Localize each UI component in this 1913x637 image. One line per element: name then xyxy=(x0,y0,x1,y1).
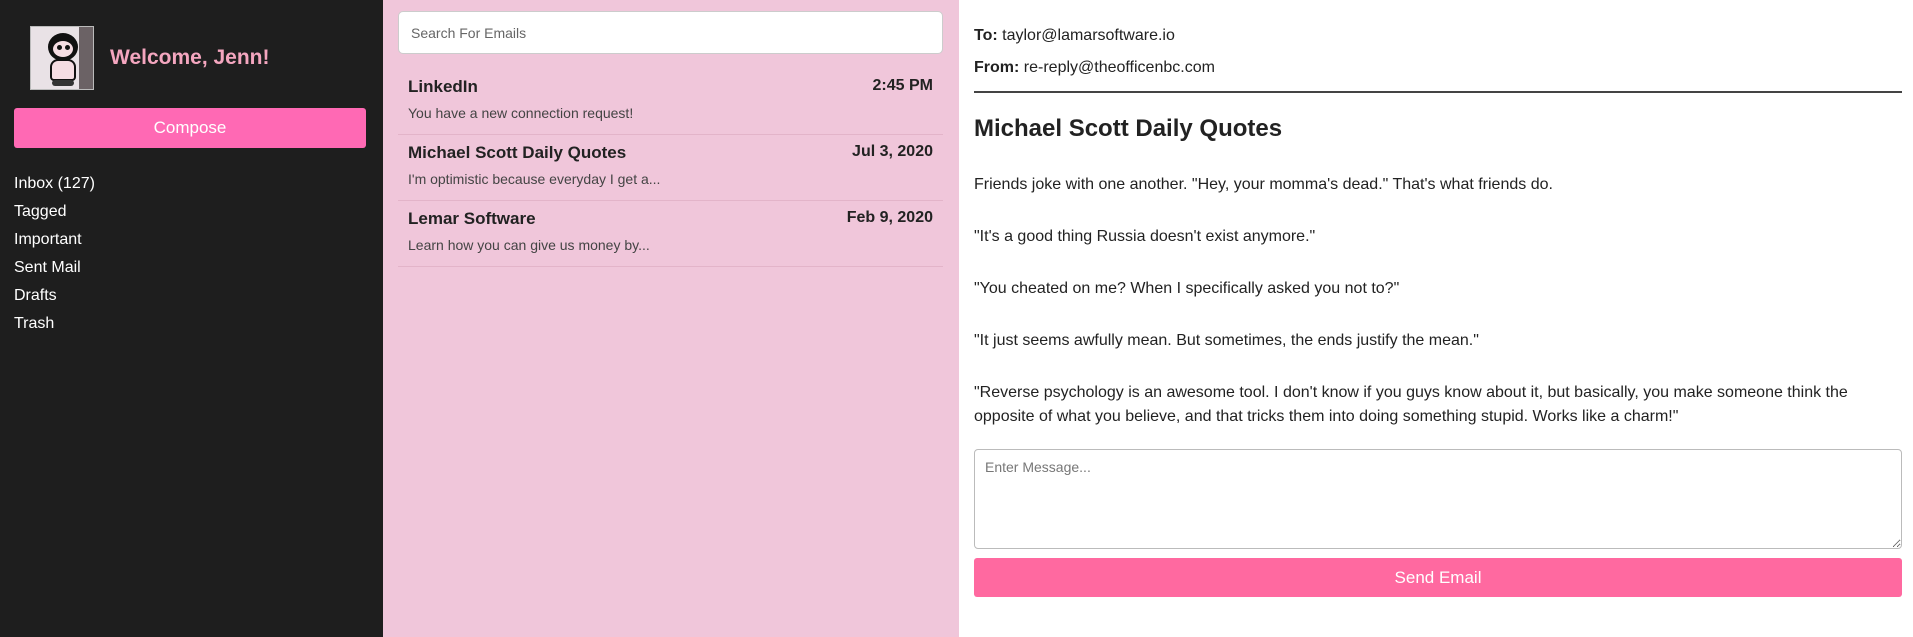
to-address: taylor@lamarsoftware.io xyxy=(1002,27,1175,44)
email-body-paragraph: Friends joke with one another. "Hey, you… xyxy=(974,176,1553,193)
reading-pane: To: taylor@lamarsoftware.io From: re-rep… xyxy=(959,0,1913,637)
email-date: Feb 9, 2020 xyxy=(846,209,933,226)
to-label: To: xyxy=(974,27,998,44)
sidebar: Welcome, Jenn! Compose Inbox (127) Tagge… xyxy=(0,0,383,637)
email-sender: LinkedIn xyxy=(408,77,478,96)
email-body-paragraph: "It just seems awfully mean. But sometim… xyxy=(974,332,1479,349)
email-body-paragraph: "Reverse psychology is an awesome tool. … xyxy=(974,384,1848,425)
compose-button[interactable]: Compose xyxy=(14,108,366,148)
email-preview: I'm optimistic because everyday I get a.… xyxy=(408,171,661,187)
email-date: Jul 3, 2020 xyxy=(852,143,933,160)
nav-item-inbox[interactable]: Inbox (127) xyxy=(14,170,369,198)
email-item-lemar-software[interactable]: Lemar Software Feb 9, 2020 Learn how you… xyxy=(398,201,943,267)
email-list: LinkedIn 2:45 PM You have a new connecti… xyxy=(398,69,943,267)
from-address: re-reply@theofficenbc.com xyxy=(1023,59,1215,76)
nav-item-drafts[interactable]: Drafts xyxy=(14,282,369,310)
nav-item-important[interactable]: Important xyxy=(14,226,369,254)
welcome-text: Welcome, Jenn! xyxy=(110,46,270,69)
search-input[interactable] xyxy=(398,11,943,54)
profile: Welcome, Jenn! xyxy=(14,14,369,102)
from-line: From: re-reply@theofficenbc.com xyxy=(974,45,1902,93)
email-item-linkedin[interactable]: LinkedIn 2:45 PM You have a new connecti… xyxy=(398,69,943,135)
nav-item-tagged[interactable]: Tagged xyxy=(14,198,369,226)
email-list-pane: LinkedIn 2:45 PM You have a new connecti… xyxy=(383,0,959,637)
message-input[interactable] xyxy=(974,449,1902,549)
send-email-button[interactable]: Send Email xyxy=(974,558,1902,597)
nav-item-trash[interactable]: Trash xyxy=(14,310,369,338)
to-line: To: taylor@lamarsoftware.io xyxy=(974,0,1902,45)
email-body-paragraph: "You cheated on me? When I specifically … xyxy=(974,280,1400,297)
avatar[interactable] xyxy=(30,26,94,90)
email-item-michael-scott[interactable]: Michael Scott Daily Quotes Jul 3, 2020 I… xyxy=(398,135,943,201)
email-preview: You have a new connection request! xyxy=(408,105,634,121)
from-label: From: xyxy=(974,59,1020,76)
email-body-paragraph: "It's a good thing Russia doesn't exist … xyxy=(974,228,1316,245)
email-subject: Michael Scott Daily Quotes xyxy=(974,115,1283,142)
email-date: 2:45 PM xyxy=(872,77,933,94)
email-preview: Learn how you can give us money by... xyxy=(408,237,650,253)
nav-item-sent-mail[interactable]: Sent Mail xyxy=(14,254,369,282)
folder-nav: Inbox (127) Tagged Important Sent Mail D… xyxy=(14,170,369,338)
